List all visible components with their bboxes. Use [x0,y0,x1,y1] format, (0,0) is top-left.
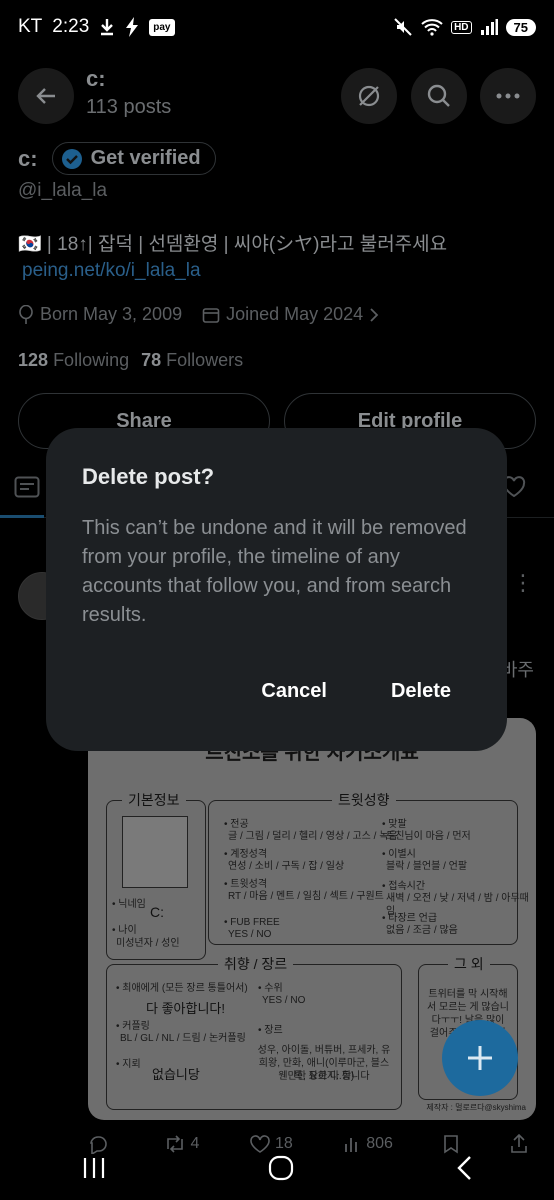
image-drawing-frame [122,816,188,888]
image-taste-land-value: 없습니당 [152,1067,200,1082]
delete-button[interactable]: Delete [391,680,451,703]
profile-name: c: [18,145,38,171]
slashed-circle-icon [358,85,380,107]
image-age-label: • 나이 [112,925,137,936]
image-watermark: 제작자 : 멀로르다@skyshima [426,1103,526,1112]
followers-link[interactable]: 78 Followers [141,350,243,371]
image-nickname-value: C: [150,904,164,920]
status-bar: KT 2:23 pay HD 75 [0,0,554,54]
following-link[interactable]: 128 Following [18,350,129,371]
chevron-right-icon [370,307,379,322]
home-icon[interactable] [268,1155,294,1181]
hd-badge: HD [451,20,472,34]
verified-badge-icon [61,148,82,169]
back-arrow-icon [36,88,55,104]
download-icon [101,19,114,36]
image-field-major-value: 글 / 그림 / 덜리 / 헬리 / 영상 / 고스 / 녹음 [228,831,398,842]
image-nickname-label: • 닉네임 [112,899,146,910]
image-section-tweet: 트윗성향 [332,790,396,810]
follow-stats: 128 Following 78 Followers [18,350,243,371]
tab-indicator [0,515,44,518]
calendar-icon [202,307,220,323]
profile-meta: Born May 3, 2009 Joined May 2024 [18,304,379,325]
more-button[interactable] [480,68,536,124]
joined-date[interactable]: Joined May 2024 [202,304,379,325]
back-button[interactable] [18,68,74,124]
delete-post-dialog: Delete post? This can’t be undone and it… [46,428,507,751]
dialog-actions: Cancel Delete [261,680,451,703]
image-section-basic: 기본정보 [122,790,186,810]
followers-label: Followers [166,350,244,370]
profile-bio: 🇰🇷 | 18↑| 잡덕 | 선뎀환영 | 씨야(シヤ)라고 불러주세요 pei… [18,232,447,284]
image-taste-couple-value: BL / GL / NL / 드림 / 논커플링 [120,1033,246,1044]
system-nav-bar [0,1146,554,1190]
following-label: Following [53,350,130,370]
battery-indicator: 75 [505,18,536,36]
header-titles: c: 113 posts [86,66,171,119]
grok-toggle-button[interactable] [341,68,397,124]
profile-handle: @i_lala_la [18,180,108,201]
followers-count: 78 [141,350,162,370]
carrier: KT [18,16,43,37]
image-section-taste: 취향 / 장르 [218,954,294,974]
image-taste-genre-value2: 웬만한 장르 다 합니다 [278,1071,370,1082]
image-field-mukbang-value: 트친님이 마음 / 먼저 [386,831,471,842]
wifi-icon [421,19,443,36]
image-taste-all: • 최애에게 (모든 장르 통틀어서) [116,983,248,994]
search-icon [427,84,450,107]
profile-header: c: 113 posts [0,64,554,128]
bio-link[interactable]: peing.net/ko/i_lala_la [18,258,447,284]
compose-fab[interactable] [442,1020,518,1096]
pay-badge: pay [149,18,175,36]
image-age-value: 미성년자 / 성인 [116,938,180,949]
profile-name-row: c: Get verified [18,142,216,175]
clock: 2:23 [52,16,90,37]
dialog-body: This can’t be undone and it will be remo… [82,517,467,626]
dialog-title: Delete post? [82,464,215,489]
image-field-mention-value: 없음 / 조금 / 많음 [386,925,458,936]
get-verified-label: Get verified [90,147,201,169]
post-count: 113 posts [86,96,172,118]
plus-icon [468,1046,492,1070]
bio-text: 🇰🇷 | 18↑| 잡덕 | 선뎀환영 | 씨야(シヤ)라고 불러주세요 [18,234,448,255]
posts-tab-icon[interactable] [14,476,40,498]
image-taste-genre: • 장르 [258,1025,283,1036]
born-label: Born May 3, 2009 [40,304,183,324]
image-field-personality-value: 연성 / 소비 / 구독 / 잡 / 일상 [228,861,345,872]
cancel-button[interactable]: Cancel [261,680,327,703]
joined-label: Joined May 2024 [226,304,364,324]
following-count: 128 [18,350,49,370]
lightning-icon [126,17,139,37]
mute-icon [394,18,412,36]
image-field-tweet-value: RT / 마음 / 멘트 / 일침 / 섹트 / 구원트 [228,891,384,902]
post-more-button[interactable]: ⋮ [512,570,534,596]
signal-icon [480,19,498,35]
image-field-fub-value: YES / NO [228,929,272,940]
header-title: c: [86,66,106,91]
balloon-icon [19,304,33,324]
image-taste-all-value: 다 좋아합니다! [146,1001,225,1016]
born-date: Born May 3, 2009 [18,304,182,325]
more-horizontal-icon [496,93,520,99]
back-nav-icon[interactable] [455,1155,473,1181]
image-taste-age-value: YES / NO [262,995,306,1006]
get-verified-button[interactable]: Get verified [51,142,216,175]
image-section-etc: 그 외 [448,954,490,974]
recents-icon[interactable] [81,1156,107,1180]
image-field-unfollow-value: 블락 / 블언블 / 언팔 [386,861,468,872]
image-taste-land: • 지뢰 [116,1059,141,1070]
search-button[interactable] [411,68,467,124]
